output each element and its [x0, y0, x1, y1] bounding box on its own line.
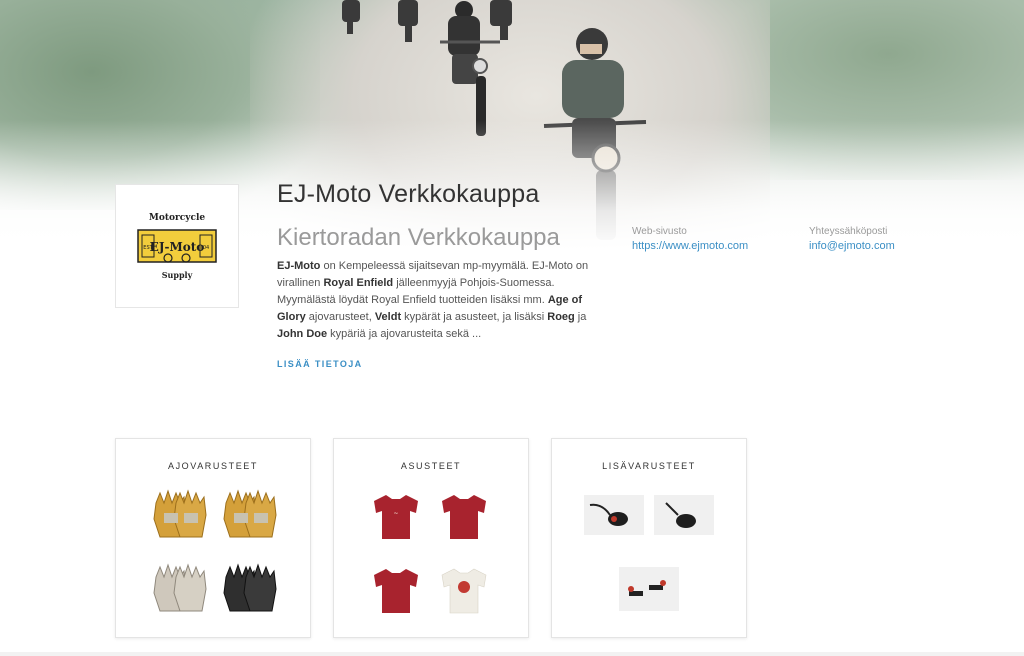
- category-card-asusteet[interactable]: ASUSTEET ~: [333, 438, 529, 638]
- svg-text:Supply: Supply: [162, 270, 193, 280]
- website-link[interactable]: https://www.ejmoto.com: [632, 240, 748, 252]
- category-title: ASUSTEET: [400, 461, 462, 471]
- gloves-thumbnails: [153, 489, 277, 612]
- category-title: AJOVARUSTEET: [167, 461, 259, 471]
- category-title: LISÄVARUSTEET: [602, 461, 696, 471]
- store-title: EJ-Moto Verkkokauppa: [277, 180, 540, 208]
- website-label: Web-sivusto: [632, 226, 687, 237]
- email-link[interactable]: info@ejmoto.com: [809, 240, 895, 252]
- email-label: Yhteyssähköposti: [809, 226, 888, 237]
- glove-grey: [153, 563, 207, 612]
- mirror-1: [584, 495, 644, 535]
- tshirt-red-2: [442, 495, 486, 539]
- store-logo: Motorcycle EST 04 EJ-Moto Supply: [115, 184, 239, 308]
- motorcycle-supply-logo: Motorcycle EST 04 EJ-Moto Supply: [137, 213, 217, 280]
- mirror-2: [654, 495, 714, 535]
- tshirt-white: [441, 568, 487, 614]
- category-card-lisavarusteet[interactable]: LISÄVARUSTEET: [551, 438, 747, 638]
- tshirt-red-1: ~: [374, 495, 418, 539]
- svg-text:EJ-Moto: EJ-Moto: [150, 240, 205, 254]
- glove-tan-2: [223, 489, 277, 538]
- indicator-set: [619, 567, 679, 611]
- more-info-link[interactable]: LISÄÄ TIETOJA: [277, 359, 363, 369]
- tshirt-red-3: [374, 569, 418, 613]
- glove-tan-1: [153, 489, 207, 538]
- category-card-ajovarusteet[interactable]: AJOVARUSTEET: [115, 438, 311, 638]
- glove-black: [223, 563, 277, 612]
- store-subtitle: Kiertoradan Verkkokauppa: [277, 224, 560, 251]
- tshirts-thumbnails: ~: [374, 495, 487, 614]
- svg-text:Motorcycle: Motorcycle: [149, 213, 205, 223]
- store-description: EJ-Moto on Kempeleessä sijaitsevan mp-my…: [277, 260, 589, 340]
- svg-text:~: ~: [393, 510, 398, 517]
- accessories-thumbnails: [584, 495, 714, 611]
